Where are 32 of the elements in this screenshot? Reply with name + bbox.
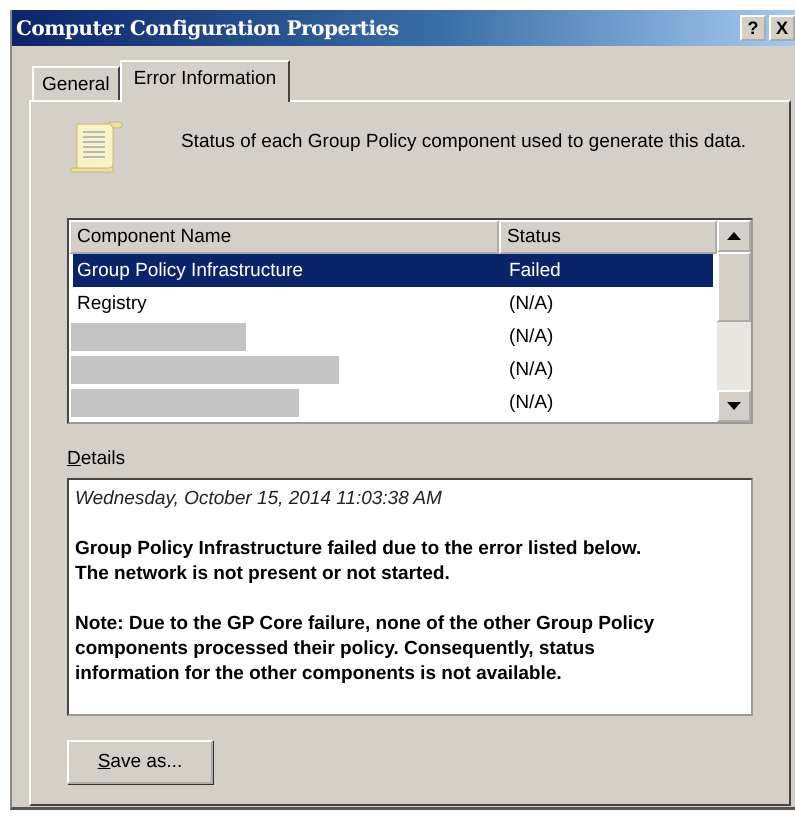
window-title: Computer Configuration Properties — [16, 16, 399, 40]
list-row[interactable]: (N/A) — [73, 386, 713, 419]
help-button[interactable]: ? — [740, 15, 766, 41]
scrollbar[interactable] — [717, 220, 751, 422]
tab[interactable]: General — [32, 66, 120, 100]
up-arrow-icon — [727, 232, 741, 240]
down-arrow-icon — [727, 402, 741, 410]
status-text: (N/A) — [509, 392, 554, 414]
save-as-button[interactable]: Save as... — [67, 740, 213, 784]
details-text: The network is not present or not started. — [75, 562, 451, 586]
status-text: (N/A) — [509, 292, 554, 314]
list-row[interactable]: Group Policy Infrastructure Failed — [73, 254, 713, 287]
description-text: Status of each Group Policy component used to generate this data. — [181, 130, 748, 154]
component-name: Registry — [77, 292, 147, 314]
details-text: Note: Due to the GP Core failure, none of the other Group Policy components processed their policy. Consequently, status information for the other components is not available. — [75, 612, 655, 686]
list-row[interactable]: (N/A) — [73, 353, 713, 386]
list-row[interactable]: (N/A) — [73, 320, 713, 353]
scroll-up-button[interactable] — [717, 220, 751, 252]
status-text: Failed — [509, 260, 561, 282]
details-text: Group Policy Infrastructure failed due to the error listed below. — [75, 537, 642, 561]
list-row[interactable]: Registry (N/A) — [73, 287, 713, 320]
column-header[interactable]: Component Name — [69, 220, 499, 254]
details-text: Wednesday, October 15, 2014 11:03:38 AM — [75, 487, 443, 511]
scroll-down-button[interactable] — [717, 390, 751, 422]
tab[interactable]: Error Information — [120, 60, 290, 102]
scroll-thumb[interactable] — [717, 252, 751, 322]
status-text: (N/A) — [509, 358, 554, 380]
details-label: Details — [67, 448, 126, 470]
close-button[interactable]: X — [769, 15, 795, 41]
status-text: (N/A) — [509, 326, 554, 348]
component-name: Group Policy Infrastructure — [77, 260, 303, 282]
column-header[interactable]: Status — [499, 220, 717, 254]
